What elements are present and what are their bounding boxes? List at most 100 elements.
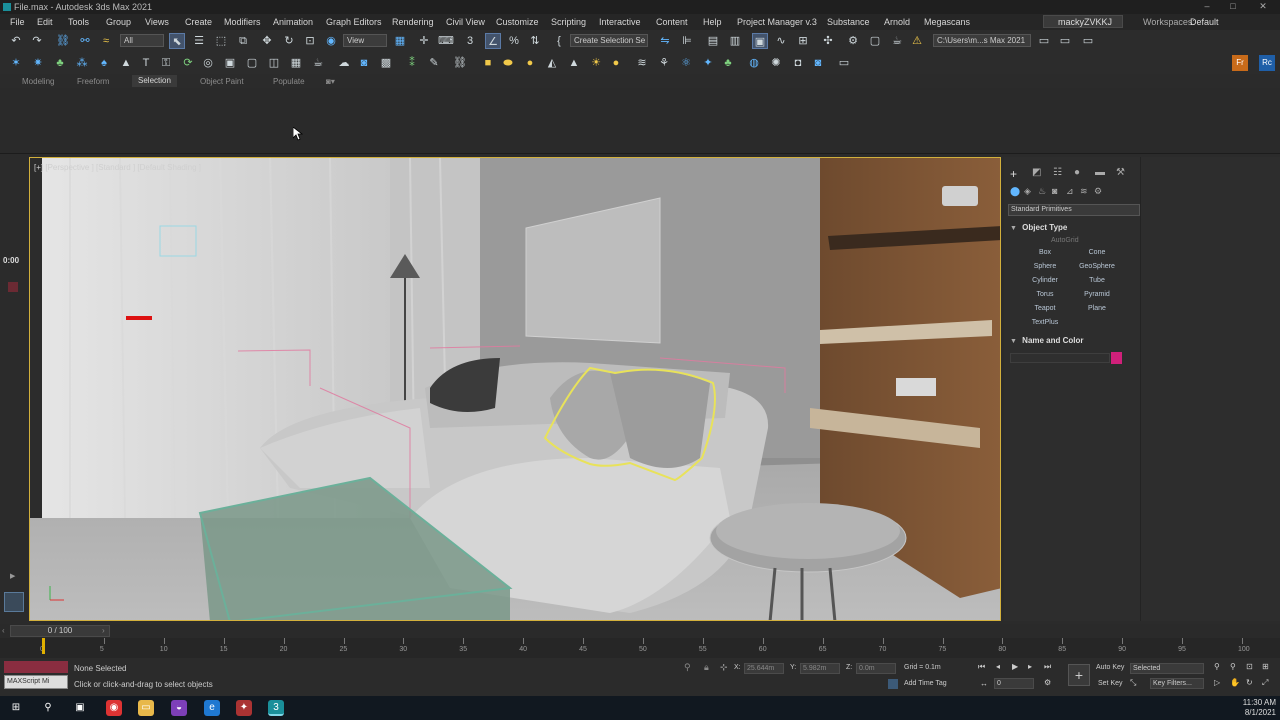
lights-icon[interactable]: ♨ xyxy=(1038,186,1046,197)
render-setup-icon[interactable]: ⚙ xyxy=(845,33,861,49)
tree-icon[interactable]: ♣ xyxy=(52,55,68,71)
vray-icon[interactable]: ◘ xyxy=(790,55,806,71)
menu-animation[interactable]: Animation xyxy=(273,17,313,27)
maximize-viewport-icon[interactable]: ⤢ xyxy=(1262,678,1268,688)
maximize-button[interactable]: □ xyxy=(1222,1,1244,13)
menu-edit[interactable]: Edit xyxy=(37,17,53,27)
object-color-swatch[interactable] xyxy=(1111,352,1122,364)
curve-editor-icon[interactable]: ∿ xyxy=(773,33,789,49)
target-icon[interactable]: ◎ xyxy=(200,55,216,71)
tab-populate[interactable]: Populate xyxy=(273,77,305,86)
tab-selection[interactable]: Selection xyxy=(132,75,177,87)
warning-icon[interactable]: ⚠ xyxy=(909,33,925,49)
cone-button[interactable]: Cone xyxy=(1075,247,1119,258)
key-filters-button[interactable]: Key Filters... xyxy=(1150,678,1204,689)
motion-tab-icon[interactable]: ● xyxy=(1074,167,1080,178)
ellipse-prim-icon[interactable]: ⬬ xyxy=(500,55,516,71)
viewport-label[interactable]: [+] [Perspective ] [Standard ] [Default … xyxy=(34,163,201,172)
render-production-icon[interactable]: ☕ xyxy=(889,33,905,49)
cam2-icon[interactable]: ◙ xyxy=(810,55,826,71)
object-type-rollout[interactable]: ▼ Object Type xyxy=(1004,223,1140,234)
workspaces-dropdown[interactable]: Default xyxy=(1190,17,1219,27)
sun-icon[interactable]: ☀ xyxy=(588,55,604,71)
prev-frame-icon[interactable]: ‹ xyxy=(2,626,5,635)
tube-button[interactable]: Tube xyxy=(1075,275,1119,286)
pivot-icon[interactable]: ▦ xyxy=(392,33,408,49)
selection-filter-dropdown[interactable]: All xyxy=(120,34,164,47)
category-dropdown[interactable]: Standard Primitives xyxy=(1008,204,1140,216)
set-key-big-icon[interactable]: + xyxy=(1068,664,1090,686)
lock-icon[interactable]: ⚿ xyxy=(158,55,174,71)
system-clock[interactable]: 11:30 AM 8/1/2021 xyxy=(1228,698,1276,718)
chrome-icon[interactable]: ◉ xyxy=(106,700,122,716)
tab-modeling[interactable]: Modeling xyxy=(22,77,54,86)
menu-rendering[interactable]: Rendering xyxy=(392,17,434,27)
layer-explorer-icon[interactable]: ▥ xyxy=(727,33,743,49)
project-folder-dropdown[interactable]: C:\Users\m...s Max 2021 xyxy=(933,34,1031,47)
refresh-icon[interactable]: ⟳ xyxy=(180,55,196,71)
maxscript-listener-pink[interactable] xyxy=(4,661,68,673)
auto-key-button[interactable]: Auto Key xyxy=(1096,664,1124,671)
pyramid-button[interactable]: Pyramid xyxy=(1075,289,1119,300)
rotate-icon[interactable]: ↻ xyxy=(281,33,297,49)
plane-icon[interactable]: ◫ xyxy=(266,55,282,71)
unlink-icon[interactable]: ⚯ xyxy=(77,33,93,49)
tab-freeform[interactable]: Freeform xyxy=(77,77,109,86)
app-purple-icon[interactable]: ◒ xyxy=(171,700,187,716)
color-icon[interactable]: ✺ xyxy=(768,55,784,71)
set-key-button[interactable]: Set Key xyxy=(1098,680,1123,687)
rect-prim-icon[interactable]: ■ xyxy=(480,55,496,71)
menu-modifiers[interactable]: Modifiers xyxy=(224,17,261,27)
edit-named-sets-icon[interactable]: { xyxy=(551,33,567,49)
helpers-icon[interactable]: ⊿ xyxy=(1066,186,1074,197)
percent-snap-icon[interactable]: % xyxy=(506,33,522,49)
task-view-icon[interactable]: ▣ xyxy=(72,700,88,716)
teapot-button[interactable]: Teapot xyxy=(1023,303,1067,314)
placement-icon[interactable]: ◉ xyxy=(323,33,339,49)
mirror-icon[interactable]: ⇋ xyxy=(657,33,673,49)
pyramid-prim-icon[interactable]: ▲ xyxy=(566,55,582,71)
next-frame-icon[interactable]: › xyxy=(102,626,105,635)
x-coordinate[interactable]: 25.644m xyxy=(744,663,784,674)
edge-icon[interactable]: e xyxy=(204,700,220,716)
menu-scripting[interactable]: Scripting xyxy=(551,17,586,27)
systems-icon[interactable]: ⚙ xyxy=(1094,186,1102,197)
menu-megascans[interactable]: Megascans xyxy=(924,17,970,27)
key-mode-toggle-icon[interactable]: ⤡ xyxy=(1130,678,1136,688)
prev-key-icon[interactable]: ◂ xyxy=(996,662,1000,671)
scatter-icon[interactable]: ▲ xyxy=(118,55,134,71)
fr-plugin-icon[interactable]: Fr xyxy=(1232,55,1248,71)
modify-tab-icon[interactable]: ◩ xyxy=(1032,167,1041,178)
menu-customize[interactable]: Customize xyxy=(496,17,539,27)
goto-start-icon[interactable]: ⏮ xyxy=(978,662,985,672)
select-manipulate-icon[interactable]: ✛ xyxy=(416,33,432,49)
add-time-tag[interactable]: Add Time Tag xyxy=(904,680,947,687)
name-color-rollout[interactable]: ▼ Name and Color xyxy=(1004,336,1140,347)
time-tag-icon[interactable] xyxy=(888,679,898,689)
globe-icon[interactable]: ◍ xyxy=(746,55,762,71)
goto-end-icon[interactable]: ⏭ xyxy=(1044,662,1051,672)
zoom-all-icon[interactable]: ⚲ xyxy=(1230,662,1236,671)
absolute-mode-icon[interactable]: ⊹ xyxy=(720,662,728,673)
reference-coord-dropdown[interactable]: View xyxy=(343,34,387,47)
autogrid-checkbox[interactable]: AutoGrid xyxy=(1051,237,1079,244)
plane-button[interactable]: Plane xyxy=(1075,303,1119,314)
close-button[interactable]: ✕ xyxy=(1252,1,1274,13)
object-name-field[interactable] xyxy=(1010,353,1110,363)
scatter2-icon[interactable]: ⁑ xyxy=(404,55,420,71)
open-explorer-icon[interactable]: ▭ xyxy=(1057,33,1073,49)
physics-icon[interactable]: ⚛ xyxy=(678,55,694,71)
windows-start-icon[interactable]: ⊞ xyxy=(8,700,24,716)
file-explorer-icon[interactable]: ▭ xyxy=(138,700,154,716)
current-frame-marker[interactable] xyxy=(42,638,45,654)
angle-snap-icon[interactable]: ∠ xyxy=(485,33,501,49)
time-slider-thumb[interactable]: 0 / 100 xyxy=(10,625,110,637)
expand-arrow-icon[interactable]: ▶ xyxy=(10,572,15,580)
maxscript-mini-listener[interactable]: MAXScript Mi xyxy=(4,675,68,689)
isolate-icon[interactable]: ⚲ xyxy=(684,662,691,673)
shapes-icon[interactable]: ◈ xyxy=(1024,186,1031,197)
zoom-extents-all-icon[interactable]: ⊞ xyxy=(1262,662,1269,671)
spinner-snap-icon[interactable]: ⇅ xyxy=(527,33,543,49)
menu-interactive[interactable]: Interactive xyxy=(599,17,641,27)
menu-content[interactable]: Content xyxy=(656,17,688,27)
